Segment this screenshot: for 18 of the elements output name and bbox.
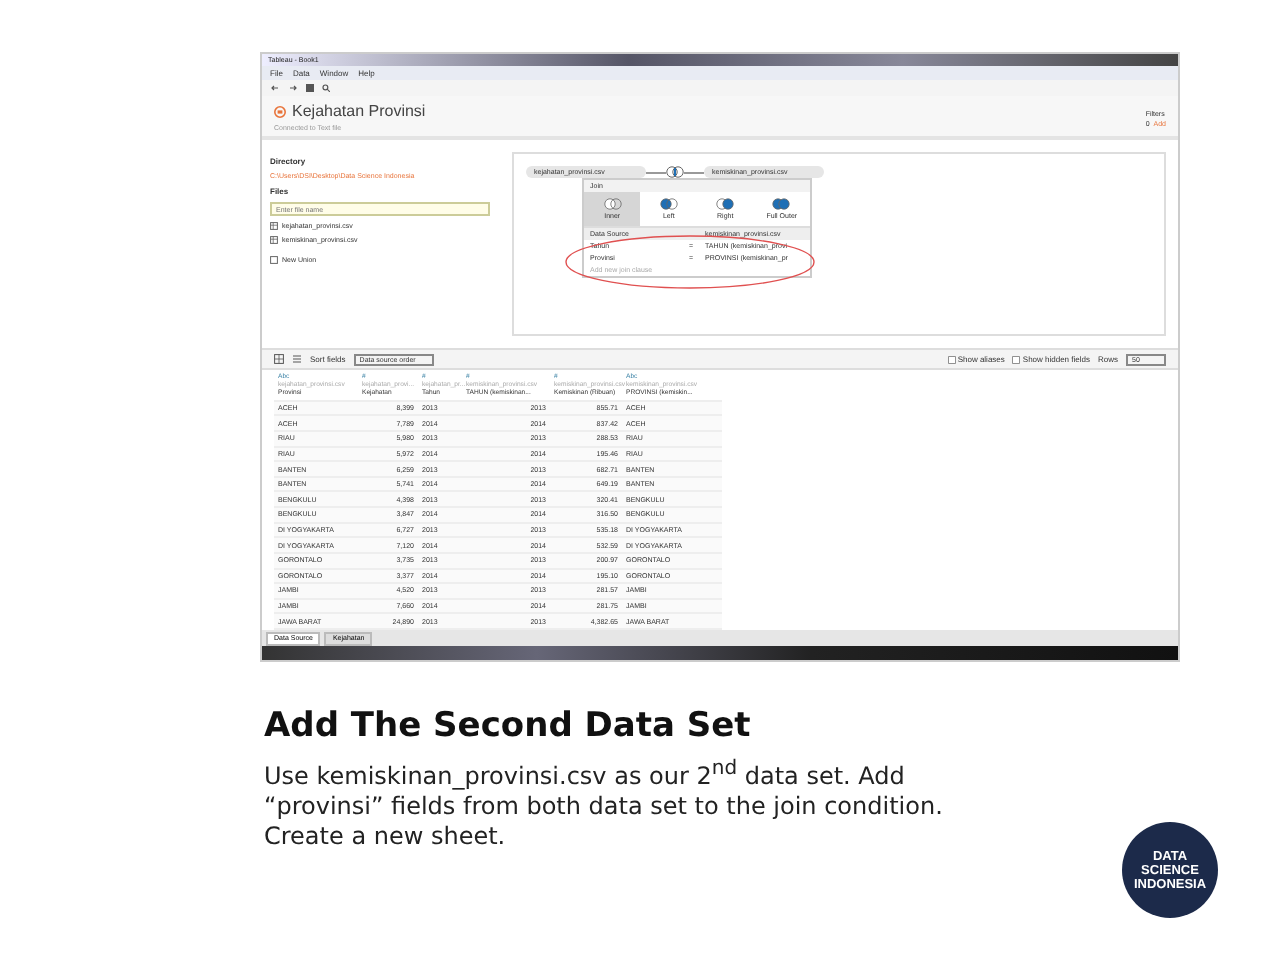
table-icon [270, 236, 278, 244]
venn-icon [659, 198, 678, 210]
slide-text: Use kemiskinan_provinsi.csv as our 2$^{nd}$ data set. Add “provinsi” fields from both data set to the join condition. Create a new sheet. [264, 756, 945, 852]
search-icon[interactable] [322, 84, 330, 92]
back-icon[interactable] [270, 84, 280, 92]
table-icon [270, 222, 278, 230]
forward-icon[interactable] [288, 84, 298, 92]
checkbox[interactable] [1012, 355, 1021, 363]
union-icon [270, 256, 278, 264]
venn-icon [772, 198, 791, 210]
grid-view-icon[interactable] [274, 354, 284, 364]
venn-icon [603, 198, 622, 210]
database-icon [274, 105, 286, 117]
join-icon[interactable] [666, 166, 684, 178]
data-source-title: Kejahatan Provinsi [292, 102, 426, 120]
venn-icon [716, 198, 735, 210]
checkbox[interactable] [947, 355, 956, 363]
slide-heading: Add The Second Data Set [264, 706, 751, 746]
